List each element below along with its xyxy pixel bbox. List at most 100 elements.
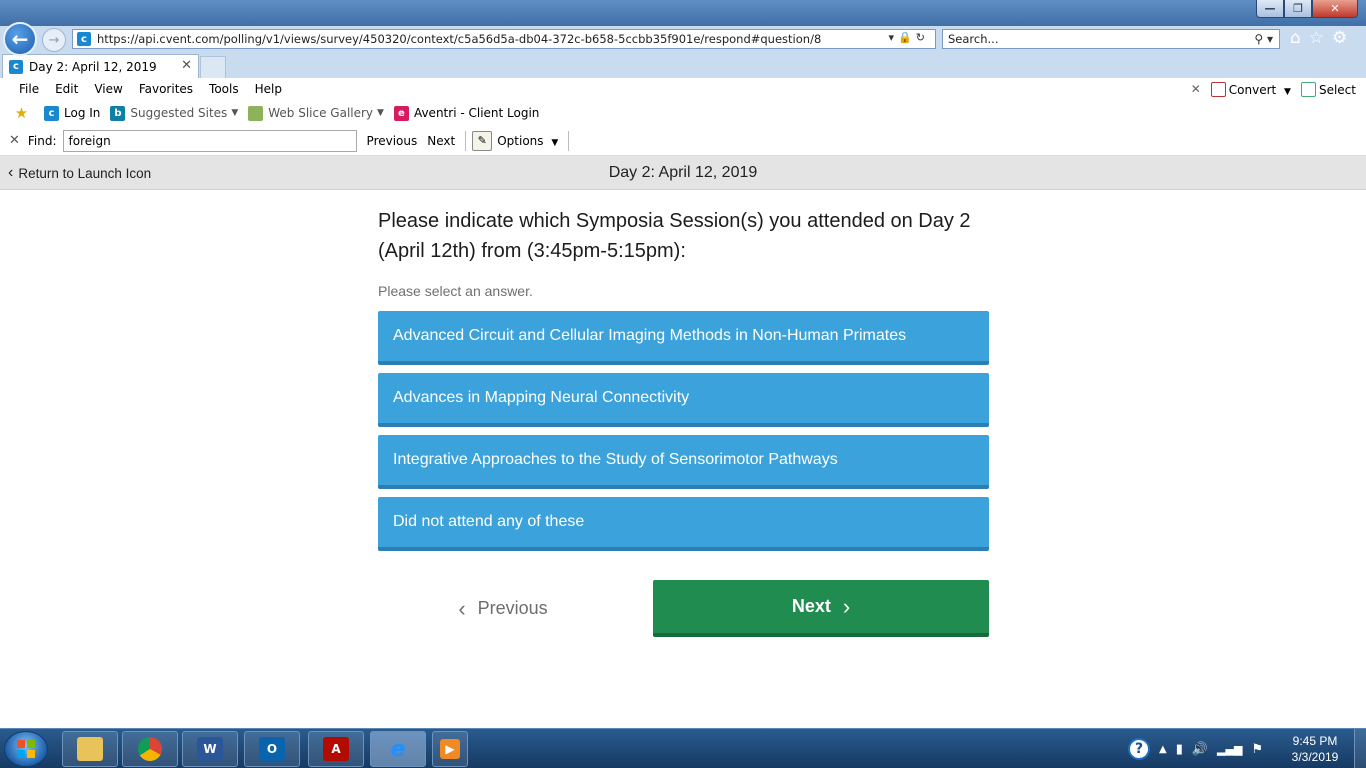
menu-bar: File Edit View Favorites Tools Help ✕ Co… <box>0 78 1366 100</box>
menu-help[interactable]: Help <box>255 82 282 96</box>
question-text: Please indicate which Symposia Session(s… <box>378 210 971 262</box>
select-label: Select <box>1318 82 1356 97</box>
address-actions[interactable]: ▾🔒↻ <box>889 31 929 44</box>
find-next-button[interactable]: Next <box>427 134 455 148</box>
close-tab-icon[interactable]: ✕ <box>181 58 192 73</box>
favorites-add-button[interactable]: ★ <box>14 104 34 122</box>
word-icon: W <box>197 737 223 761</box>
window-controls: — ❐ ✕ <box>1256 0 1358 18</box>
answer-option-3[interactable]: Integrative Approaches to the Study of S… <box>378 435 989 489</box>
select-button[interactable]: Select <box>1300 81 1356 97</box>
answer-option-4[interactable]: Did not attend any of these <box>378 497 989 551</box>
fav-suggested-sites[interactable]: b Suggested Sites ▼ <box>110 105 238 121</box>
return-to-launch-link[interactable]: ‹ Return to Launch Icon <box>8 156 151 190</box>
find-input[interactable]: foreign <box>62 129 357 152</box>
lock-icon[interactable]: 🔒 <box>898 31 916 44</box>
taskbar-chrome[interactable] <box>122 731 178 767</box>
search-icon[interactable]: ⚲ ▾ <box>1254 30 1273 48</box>
next-button[interactable]: Next › <box>653 580 989 637</box>
windows-taskbar: W O A e ▶ ? ▲ ▮ 🔊 ▂▄▆ ⚑ 9:45 PM 3/3/2019 <box>0 728 1366 768</box>
return-label: Return to Launch Icon <box>18 165 152 181</box>
forward-button[interactable]: → <box>42 28 66 52</box>
window-titlebar: — ❐ ✕ <box>0 0 1366 26</box>
next-label: Next <box>791 596 831 616</box>
clock-time: 9:45 PM <box>1292 734 1338 748</box>
previous-button[interactable]: ‹ Previous <box>378 580 628 637</box>
cvent-icon: c <box>44 105 59 121</box>
menu-right-tools: ✕ Convert ▼ Select <box>1191 78 1356 100</box>
answer-option-1[interactable]: Advanced Circuit and Cellular Imaging Me… <box>378 311 989 365</box>
chevron-down-icon[interactable]: ▼ <box>231 108 238 118</box>
battery-icon[interactable]: ▮ <box>1176 742 1183 757</box>
tray-expand-icon[interactable]: ▲ <box>1159 744 1167 755</box>
internet-explorer-icon: e <box>390 736 406 762</box>
minimize-button[interactable]: — <box>1256 0 1284 18</box>
close-find-icon[interactable]: ✕ <box>9 133 20 148</box>
cvent-site-icon: c <box>77 32 91 46</box>
taskbar-explorer[interactable] <box>62 731 118 767</box>
browser-nav-icons: ⌂ ☆ ⚙ <box>1290 28 1347 48</box>
media-player-icon: ▶ <box>440 739 460 759</box>
maximize-button[interactable]: ❐ <box>1284 0 1312 18</box>
volume-icon[interactable]: 🔊 <box>1192 742 1208 757</box>
chevron-right-icon: › <box>842 593 851 619</box>
fav-login-link[interactable]: c Log In <box>44 105 101 121</box>
fav-webslice-label: Web Slice Gallery <box>268 106 374 120</box>
back-button[interactable]: ← <box>3 22 37 56</box>
taskbar-internet-explorer[interactable]: e <box>370 731 426 767</box>
find-previous-button[interactable]: Previous <box>367 134 418 148</box>
favorites-star-icon[interactable]: ☆ <box>1309 28 1324 48</box>
network-signal-icon[interactable]: ▂▄▆ <box>1217 743 1242 756</box>
search-input[interactable]: Search... ⚲ ▾ <box>942 29 1280 49</box>
menu-view[interactable]: View <box>94 82 122 96</box>
search-placeholder: Search... <box>948 32 999 46</box>
help-icon[interactable]: ? <box>1128 738 1150 760</box>
fav-suggested-label: Suggested Sites <box>130 106 228 120</box>
instruction-text: Please select an answer. <box>378 283 533 299</box>
taskbar-acrobat[interactable]: A <box>308 731 364 767</box>
folder-icon <box>77 737 103 761</box>
menu-favorites[interactable]: Favorites <box>139 82 193 96</box>
previous-label: Previous <box>477 598 548 618</box>
menu-edit[interactable]: Edit <box>55 82 78 96</box>
cvent-tab-icon: c <box>9 59 23 74</box>
chrome-icon <box>138 737 162 761</box>
find-options-label: Options <box>497 133 544 148</box>
windows-logo-icon <box>17 740 35 758</box>
taskbar-clock[interactable]: 9:45 PM 3/3/2019 <box>1280 733 1350 765</box>
start-button[interactable] <box>4 731 48 767</box>
new-tab-button[interactable] <box>200 56 226 78</box>
fav-login-label: Log In <box>64 106 101 120</box>
taskbar-outlook[interactable]: O <box>244 731 300 767</box>
taskbar-word[interactable]: W <box>182 731 238 767</box>
chevron-down-icon[interactable]: ▼ <box>377 108 384 118</box>
action-center-flag-icon[interactable]: ⚑ <box>1251 742 1263 757</box>
find-label: Find: <box>27 133 57 148</box>
find-options-button[interactable]: Options ▼ <box>497 134 558 148</box>
home-icon[interactable]: ⌂ <box>1290 28 1301 48</box>
dropdown-icon[interactable]: ▾ <box>889 31 899 44</box>
fav-aventri-link[interactable]: e Aventri - Client Login <box>393 105 539 121</box>
highlight-pencil-icon[interactable]: ✎ <box>472 130 493 151</box>
close-window-button[interactable]: ✕ <box>1312 0 1358 18</box>
taskbar-media[interactable]: ▶ <box>432 731 468 767</box>
acrobat-icon: A <box>323 737 349 761</box>
survey-question-panel: Please indicate which Symposia Session(s… <box>378 206 989 559</box>
show-desktop-button[interactable] <box>1354 729 1366 768</box>
menu-file[interactable]: File <box>19 82 39 96</box>
find-divider <box>465 130 467 151</box>
refresh-icon[interactable]: ↻ <box>916 31 929 44</box>
chevron-down-icon[interactable]: ▼ <box>551 138 558 148</box>
fav-web-slice-gallery[interactable]: Web Slice Gallery ▼ <box>248 105 384 121</box>
bing-icon: b <box>110 105 126 121</box>
settings-gear-icon[interactable]: ⚙ <box>1332 28 1347 48</box>
chevron-left-icon: ‹ <box>8 164 14 181</box>
close-toolbar-icon[interactable]: ✕ <box>1191 82 1201 96</box>
convert-label: Convert <box>1228 82 1277 97</box>
address-bar[interactable]: c https://api.cvent.com/polling/v1/views… <box>72 29 936 49</box>
tab-active[interactable]: c Day 2: April 12, 2019 ✕ <box>2 54 199 78</box>
convert-button[interactable]: Convert ▼ <box>1210 81 1291 97</box>
menu-tools[interactable]: Tools <box>209 82 239 96</box>
answer-option-2[interactable]: Advances in Mapping Neural Connectivity <box>378 373 989 427</box>
chevron-down-icon[interactable]: ▼ <box>1284 87 1291 97</box>
